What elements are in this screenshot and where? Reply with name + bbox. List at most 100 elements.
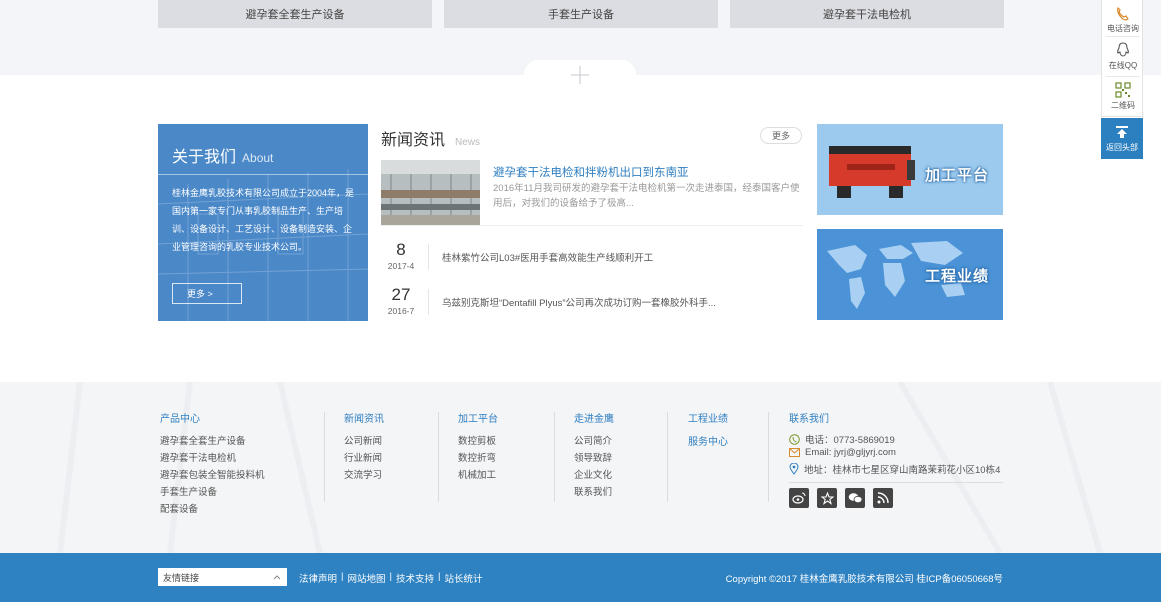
banner-processing-platform[interactable]: 加工平台: [817, 124, 1003, 215]
side-qr-code[interactable]: 二维码: [1102, 77, 1144, 115]
qr-code-icon: [1115, 82, 1131, 98]
bottom-bar: 友情链接 法律声明 | 网站地图 | 技术支持 | 站长统计 Copyright…: [0, 553, 1161, 602]
contact-divider: [789, 482, 1003, 483]
banner-project-cases[interactable]: 工程业绩: [817, 229, 1003, 320]
footer-link[interactable]: 机械加工: [458, 467, 498, 484]
footer-link[interactable]: 配套设备: [160, 501, 265, 518]
phone-icon: [1117, 7, 1129, 21]
news-divider: [381, 225, 803, 226]
about-title-en: About: [242, 151, 274, 165]
footer-col-heading[interactable]: 服务中心: [688, 433, 728, 448]
footer: 产品中心 避孕套全套生产设备 避孕套干法电检机 避孕套包装全智能投料机 手套生产…: [0, 382, 1161, 553]
footer-link[interactable]: 公司新闻: [344, 433, 384, 450]
news-month: 2017-4: [387, 261, 415, 271]
qq-icon: [1117, 42, 1129, 57]
footer-col-heading[interactable]: 工程业绩: [688, 410, 728, 425]
footer-col-heading[interactable]: 走进金鹰: [574, 410, 614, 425]
news-thumbnail[interactable]: [381, 160, 480, 225]
wechat-icon: [848, 493, 862, 504]
side-phone-label: 电话咨询: [1107, 24, 1139, 33]
bottom-link-sitemap[interactable]: 网站地图: [347, 571, 385, 585]
footer-link[interactable]: 领导致辞: [574, 450, 614, 467]
footer-sep: [768, 412, 769, 502]
side-phone-consult[interactable]: 电话咨询: [1102, 0, 1144, 38]
favorite-button[interactable]: [817, 488, 837, 508]
star-icon: [820, 491, 834, 505]
about-more-button[interactable]: 更多 >: [172, 283, 242, 304]
footer-link[interactable]: 数控剪板: [458, 433, 498, 450]
footer-col-heading[interactable]: 新闻资讯: [344, 410, 384, 425]
footer-link[interactable]: 避孕套包装全智能投料机: [160, 467, 265, 484]
news-item-title[interactable]: 乌兹别克斯坦“Dentafill Plyus”公司再次成功订购一套橡胶外科手..…: [442, 295, 716, 309]
side-qq-label: 在线QQ: [1108, 61, 1138, 70]
footer-link[interactable]: 公司简介: [574, 433, 614, 450]
news-item-title[interactable]: 桂林紫竹公司L03#医用手套高效能生产线顺利开工: [442, 250, 653, 264]
footer-sep: [667, 412, 668, 502]
factory-photo: [381, 160, 480, 225]
featured-news-desc: 2016年11月我司研发的避孕套干法电检机第一次走进泰国，经泰国客户使用后，对我…: [493, 183, 800, 209]
footer-col-heading[interactable]: 产品中心: [160, 410, 265, 425]
about-title-cn: 关于我们: [172, 149, 237, 166]
location-pin-icon: [789, 463, 799, 475]
footer-link[interactable]: 数控折弯: [458, 450, 498, 467]
footer-col-heading: 联系我们: [789, 414, 829, 425]
news-item[interactable]: 27 2016-7 乌兹别克斯坦“Dentafill Plyus”公司再次成功订…: [381, 285, 803, 321]
plus-icon: [571, 66, 589, 84]
footer-link[interactable]: 行业新闻: [344, 450, 384, 467]
news-item[interactable]: 8 2017-4 桂林紫竹公司L03#医用手套高效能生产线顺利开工: [381, 240, 803, 276]
footer-col-processing: 加工平台 数控剪板 数控折弯 机械加工: [458, 410, 498, 484]
news-item-sep: [428, 244, 429, 270]
product-tab-gloves[interactable]: 手套生产设备: [444, 0, 718, 28]
footer-col-news: 新闻资讯 公司新闻 行业新闻 交流学习: [344, 410, 384, 484]
footer-link[interactable]: 避孕套全套生产设备: [160, 433, 265, 450]
weibo-icon: [792, 492, 806, 504]
about-panel: 关于我们 About 桂林金鹰乳胶技术有限公司成立于2004年，是国内第一家专门…: [158, 124, 368, 321]
footer-col-contact: 联系我们: [789, 410, 829, 433]
about-title: 关于我们 About: [172, 143, 273, 167]
wechat-button[interactable]: [845, 488, 865, 508]
friend-links-select[interactable]: 友情链接: [158, 568, 287, 586]
featured-news-title[interactable]: 避孕套干法电检和拌粉机出口到东南亚: [493, 164, 689, 180]
side-float-bar: 电话咨询 在线QQ 二维码: [1101, 0, 1143, 117]
news-month: 2016-7: [387, 306, 415, 316]
product-tab-dry-tester[interactable]: 避孕套干法电检机: [730, 0, 1004, 28]
footer-sep: [554, 412, 555, 502]
product-tab-full-set[interactable]: 避孕套全套生产设备: [158, 0, 432, 28]
footer-col-heading[interactable]: 加工平台: [458, 410, 498, 425]
footer-link[interactable]: 联系我们: [574, 484, 614, 501]
back-to-top-button[interactable]: 返回头部: [1101, 118, 1143, 159]
side-qr-label: 二维码: [1111, 101, 1135, 110]
contact-email-text[interactable]: Email: jyrj@gljyrj.com: [805, 447, 896, 458]
about-divider: [158, 174, 368, 175]
rss-button[interactable]: [873, 488, 893, 508]
footer-col-products: 产品中心 避孕套全套生产设备 避孕套干法电检机 避孕套包装全智能投料机 手套生产…: [160, 410, 265, 518]
about-description: 桂林金鹰乳胶技术有限公司成立于2004年，是国内第一家专门从事乳胶制品生产、生产…: [172, 188, 355, 252]
side-online-qq[interactable]: 在线QQ: [1102, 37, 1144, 75]
footer-link[interactable]: 交流学习: [344, 467, 384, 484]
footer-col-about: 走进金鹰 公司简介 领导致辞 企业文化 联系我们: [574, 410, 614, 501]
bottom-link-support[interactable]: 技术支持: [396, 571, 434, 585]
footer-link[interactable]: 避孕套干法电检机: [160, 450, 265, 467]
contact-email: Email: jyrj@gljyrj.com: [789, 447, 896, 458]
news-item-sep: [428, 289, 429, 315]
news-day: 8: [396, 240, 406, 259]
news-more-button[interactable]: 更多: [760, 127, 802, 144]
news-title: 新闻资讯: [381, 132, 446, 149]
contact-phone-text: 电话：0773-5869019: [805, 435, 895, 446]
link-separator: |: [437, 571, 441, 582]
mail-icon: [789, 448, 800, 457]
footer-link[interactable]: 企业文化: [574, 467, 614, 484]
arrow-up-icon: [1116, 125, 1128, 138]
weibo-button[interactable]: [789, 488, 809, 508]
footer-link[interactable]: 手套生产设备: [160, 484, 265, 501]
link-separator: |: [389, 571, 392, 582]
chevron-up-icon: [273, 575, 281, 580]
contact-address-text: 地址：桂林市七星区穿山南路茉莉花小区10栋4: [804, 465, 1001, 476]
bottom-link-legal[interactable]: 法律声明: [299, 571, 337, 585]
banner-label: 加工平台: [925, 167, 990, 184]
bottom-link-stats[interactable]: 站长统计: [444, 571, 482, 585]
footer-sep: [438, 412, 439, 502]
friend-links-label: 友情链接: [163, 572, 200, 583]
back-to-top-label: 返回头部: [1106, 142, 1138, 152]
expand-more-button[interactable]: [524, 60, 636, 90]
